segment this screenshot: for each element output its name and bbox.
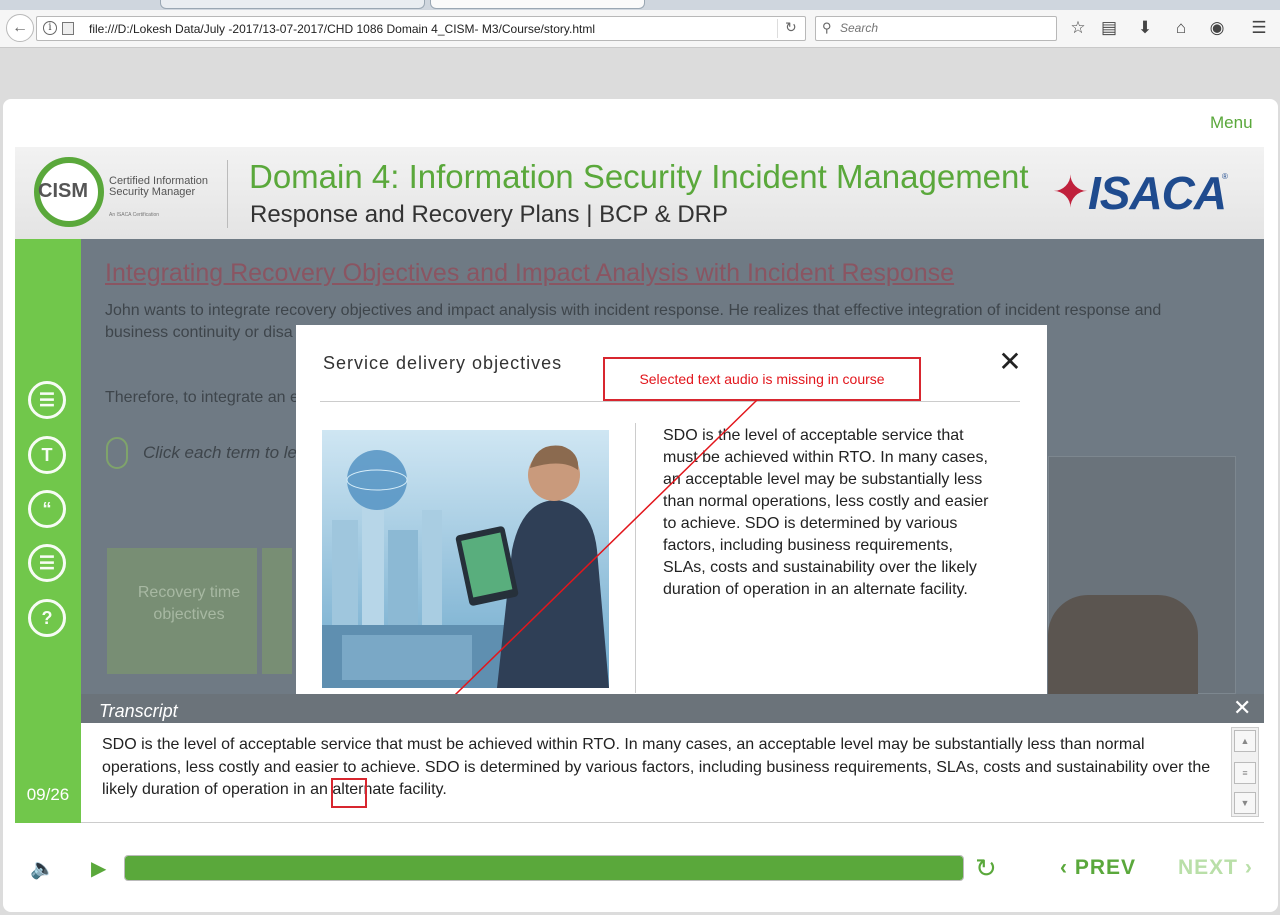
progress-bar[interactable] (124, 855, 964, 881)
next-label: NEXT (1178, 856, 1239, 879)
annotation-highlight-box (331, 778, 367, 808)
scroll-down-button[interactable]: ▼ (1234, 792, 1256, 814)
scroll-up-button[interactable]: ▲ (1234, 730, 1256, 752)
prev-button[interactable]: ‹ PREV (1060, 856, 1136, 880)
prev-label: PREV (1074, 856, 1137, 879)
progress-fill (125, 856, 963, 880)
close-icon: ✕ (1233, 695, 1252, 720)
volume-icon[interactable]: 🔈 (30, 856, 55, 881)
chevron-left-icon: ‹ (1060, 856, 1075, 879)
transcript-close-button[interactable]: ✕ (1233, 696, 1251, 720)
transcript-header (81, 694, 1264, 723)
next-button[interactable]: NEXT › (1178, 856, 1253, 880)
transcript-scrollbar[interactable]: ▲ ≡ ▼ (1231, 727, 1259, 817)
replay-icon[interactable]: ↻ (975, 853, 997, 884)
play-icon[interactable]: ▶ (91, 856, 106, 881)
scroll-thumb[interactable]: ≡ (1234, 762, 1256, 784)
transcript-title: Transcript (99, 701, 178, 721)
transcript-text: SDO is the level of acceptable service t… (102, 736, 1211, 798)
chevron-right-icon: › (1238, 856, 1253, 879)
